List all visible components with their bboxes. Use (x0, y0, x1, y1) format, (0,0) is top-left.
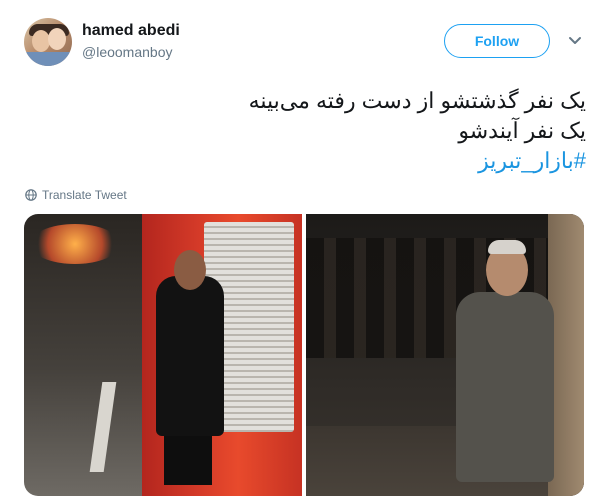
follow-button[interactable]: Follow (444, 24, 550, 58)
hashtag-link[interactable]: #بازار_تبریز (26, 146, 586, 176)
translate-tweet-label: Translate Tweet (42, 188, 127, 202)
globe-icon (25, 189, 37, 201)
avatar[interactable] (24, 18, 72, 66)
display-name[interactable]: hamed abedi (82, 22, 180, 40)
user-handle[interactable]: @leoomanboy (82, 44, 173, 60)
photo-old-man-crowd[interactable] (306, 214, 584, 496)
photo-firefighter-scene[interactable] (24, 214, 302, 496)
chevron-down-icon[interactable] (568, 34, 582, 48)
tweet-line-1: یک نفر گذشتشو از دست رفته می‌بینه (248, 88, 586, 113)
tweet-line-2: یک نفر آیندشو (458, 118, 586, 143)
tweet-header: hamed abedi @leoomanboy Follow (24, 16, 586, 72)
translate-tweet-link[interactable]: Translate Tweet (25, 188, 127, 202)
tweet-media[interactable] (24, 214, 584, 496)
tweet-text: یک نفر گذشتشو از دست رفته می‌بینه یک نفر… (26, 86, 586, 176)
